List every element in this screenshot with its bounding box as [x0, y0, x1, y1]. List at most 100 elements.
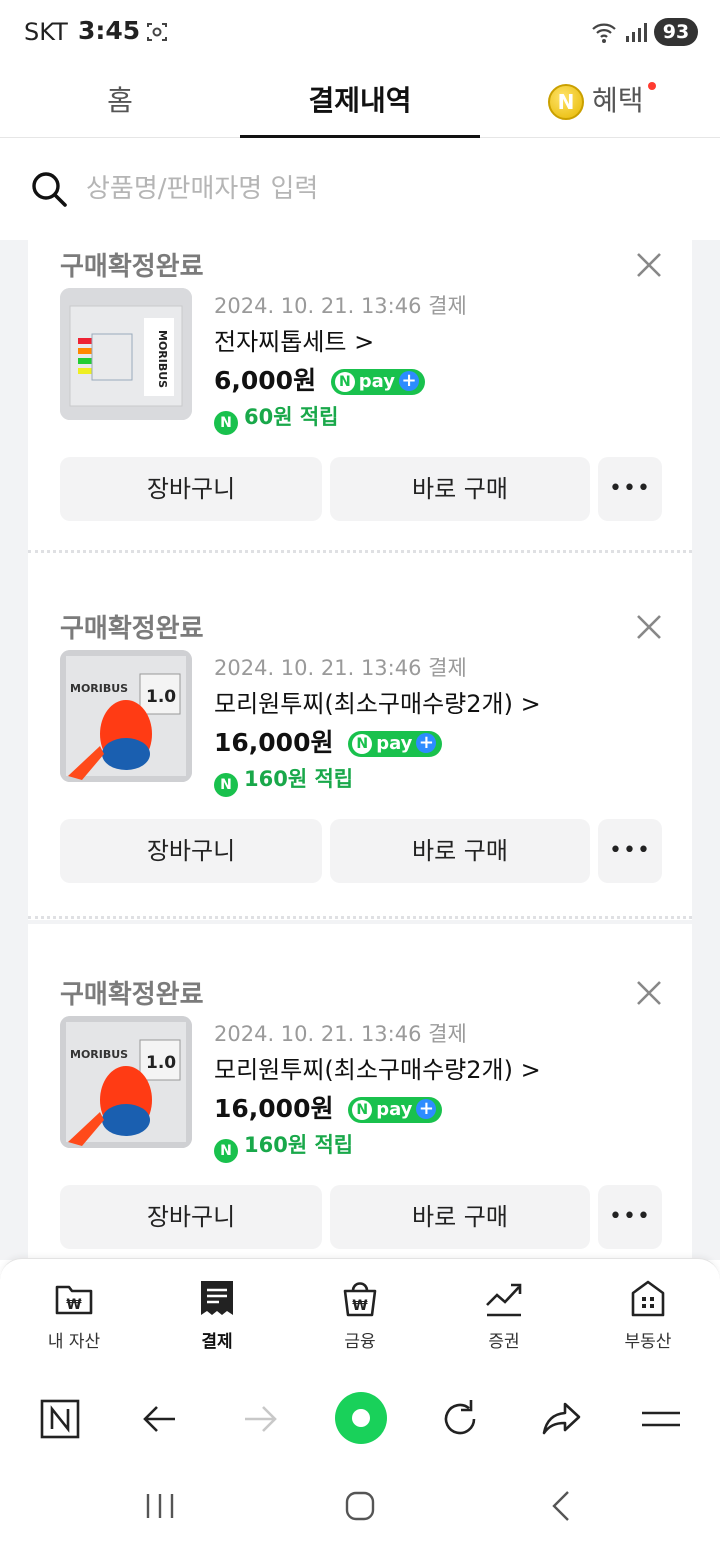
home-icon[interactable] — [340, 1486, 380, 1526]
close-icon[interactable] — [634, 612, 664, 642]
reward-amount: 160원 적립 — [244, 1133, 354, 1157]
tab-benefit-label: 혜택 — [592, 84, 644, 117]
reward-amount: 60원 적립 — [244, 405, 339, 429]
screen-capture-icon — [147, 23, 167, 41]
system-back-icon[interactable] — [542, 1486, 582, 1526]
nav-my-assets[interactable]: ₩ 내 자산 — [14, 1277, 134, 1352]
order-card: 구매확정완료 MORIBUS 2024. 10. 21. 13:46 결제 전자… — [28, 240, 692, 558]
nav-label: 증권 — [488, 1332, 520, 1352]
notification-dot — [648, 82, 656, 90]
product-name-link[interactable]: 모리원투찌(최소구매수량2개) > — [214, 1050, 541, 1085]
share-icon — [542, 1402, 581, 1435]
card-divider — [28, 916, 692, 922]
nav-label: 부동산 — [624, 1332, 672, 1352]
green-dot-button[interactable] — [335, 1392, 387, 1444]
clock: 3:45 — [78, 16, 141, 45]
naver-n-icon — [40, 1399, 80, 1439]
nav-finance[interactable]: ₩ 금융 — [300, 1277, 420, 1352]
more-options-button[interactable]: ••• — [598, 1185, 662, 1249]
add-to-cart-button[interactable]: 장바구니 — [60, 457, 322, 521]
naver-home-button[interactable] — [35, 1394, 85, 1444]
tab-benefit[interactable]: N 혜택 — [480, 64, 720, 138]
buy-now-button[interactable]: 바로 구매 — [330, 1185, 590, 1249]
npay-label: pay — [376, 1099, 413, 1120]
recent-apps-icon[interactable] — [140, 1486, 180, 1526]
nav-label: 내 자산 — [47, 1332, 101, 1352]
npay-plus-mark: + — [416, 1099, 437, 1119]
product-price: 6,000원 — [214, 366, 317, 395]
npay-n-mark: N — [352, 1100, 373, 1120]
search-input[interactable] — [86, 168, 686, 210]
package-size-text: 1.0 — [146, 1053, 176, 1073]
naver-point-icon: N — [214, 1139, 238, 1163]
nav-payment[interactable]: 결제 — [157, 1277, 277, 1352]
tab-payment-label: 결제내역 — [308, 84, 412, 117]
price-row: 16,000원 Npay + — [214, 723, 443, 759]
product-name-link[interactable]: 전자찌톱세트 > — [214, 322, 374, 357]
svg-text:₩: ₩ — [66, 1297, 82, 1313]
share-button[interactable] — [537, 1394, 587, 1444]
product-price: 16,000원 — [214, 1094, 334, 1123]
more-options-button[interactable]: ••• — [598, 457, 662, 521]
payment-date: 2024. 10. 21. 13:46 결제 — [214, 656, 467, 680]
top-tabs: 홈 결제내역 N 혜택 — [0, 64, 720, 138]
stock-chart-icon — [486, 1283, 522, 1317]
card-divider — [28, 550, 692, 556]
buy-now-button[interactable]: 바로 구매 — [330, 457, 590, 521]
hamburger-icon — [642, 1411, 680, 1427]
nav-real-estate[interactable]: 부동산 — [588, 1277, 708, 1352]
reward-row: N 160원 적립 — [214, 763, 353, 797]
package-size-text: 1.0 — [146, 687, 176, 707]
forward-button[interactable] — [235, 1394, 285, 1444]
price-row: 6,000원 Npay + — [214, 361, 426, 397]
product-thumbnail[interactable]: MORIBUS — [60, 288, 192, 420]
order-status: 구매확정완료 — [60, 614, 204, 644]
system-navigation — [0, 1464, 720, 1544]
npay-label: pay — [376, 733, 413, 754]
receipt-icon — [201, 1281, 233, 1315]
order-list[interactable]: 구매확정완료 MORIBUS 2024. 10. 21. 13:46 결제 전자… — [0, 240, 720, 1260]
product-thumbnail[interactable]: 1.0 MORIBUS — [60, 650, 192, 782]
tab-home[interactable]: 홈 — [0, 64, 240, 138]
arrow-left-icon — [143, 1406, 175, 1432]
npay-plus-mark: + — [399, 371, 420, 391]
menu-button[interactable] — [636, 1394, 686, 1444]
arrow-right-icon — [245, 1406, 277, 1432]
refresh-icon — [444, 1400, 476, 1435]
wifi-icon — [592, 23, 616, 43]
reward-row: N 160원 적립 — [214, 1129, 353, 1163]
nav-label: 결제 — [201, 1332, 233, 1352]
package-brand-text: MORIBUS — [70, 1048, 128, 1061]
order-card: 구매확정완료 1.0 MORIBUS 2024. 10. 21. 13:46 결… — [28, 558, 692, 920]
nav-label: 금융 — [344, 1332, 376, 1352]
product-image: MORIBUS — [60, 288, 192, 420]
add-to-cart-button[interactable]: 장바구니 — [60, 819, 322, 883]
carrier-label: SKT — [24, 18, 68, 46]
tab-payment-history[interactable]: 결제내역 — [240, 64, 480, 138]
npay-n-mark: N — [334, 372, 355, 392]
naver-point-icon: N — [214, 411, 238, 435]
search-icon[interactable] — [30, 170, 68, 208]
close-icon[interactable] — [634, 250, 664, 280]
search-bar — [0, 138, 720, 240]
nav-stocks[interactable]: 증권 — [444, 1277, 564, 1352]
more-options-button[interactable]: ••• — [598, 819, 662, 883]
npay-plus-mark: + — [416, 733, 437, 753]
wallet-icon: ₩ — [55, 1285, 93, 1315]
status-bar: SKT 3:45 93 — [0, 0, 720, 64]
order-card: 구매확정완료 1.0 MORIBUS 2024. 10. 21. 13:46 결… — [28, 924, 692, 1260]
product-thumbnail[interactable]: 1.0 MORIBUS — [60, 1016, 192, 1148]
refresh-button[interactable] — [435, 1394, 485, 1444]
naver-coin-icon: N — [548, 84, 584, 120]
npay-plus-badge: Npay + — [348, 731, 443, 757]
buy-now-button[interactable]: 바로 구매 — [330, 819, 590, 883]
signal-icon — [626, 23, 647, 42]
payment-date: 2024. 10. 21. 13:46 결제 — [214, 294, 467, 318]
product-name-link[interactable]: 모리원투찌(최소구매수량2개) > — [214, 684, 541, 719]
close-icon[interactable] — [634, 978, 664, 1008]
back-button[interactable] — [135, 1394, 185, 1444]
order-status: 구매확정완료 — [60, 252, 204, 282]
product-image: 1.0 MORIBUS — [60, 650, 192, 782]
order-status: 구매확정완료 — [60, 980, 204, 1010]
add-to-cart-button[interactable]: 장바구니 — [60, 1185, 322, 1249]
